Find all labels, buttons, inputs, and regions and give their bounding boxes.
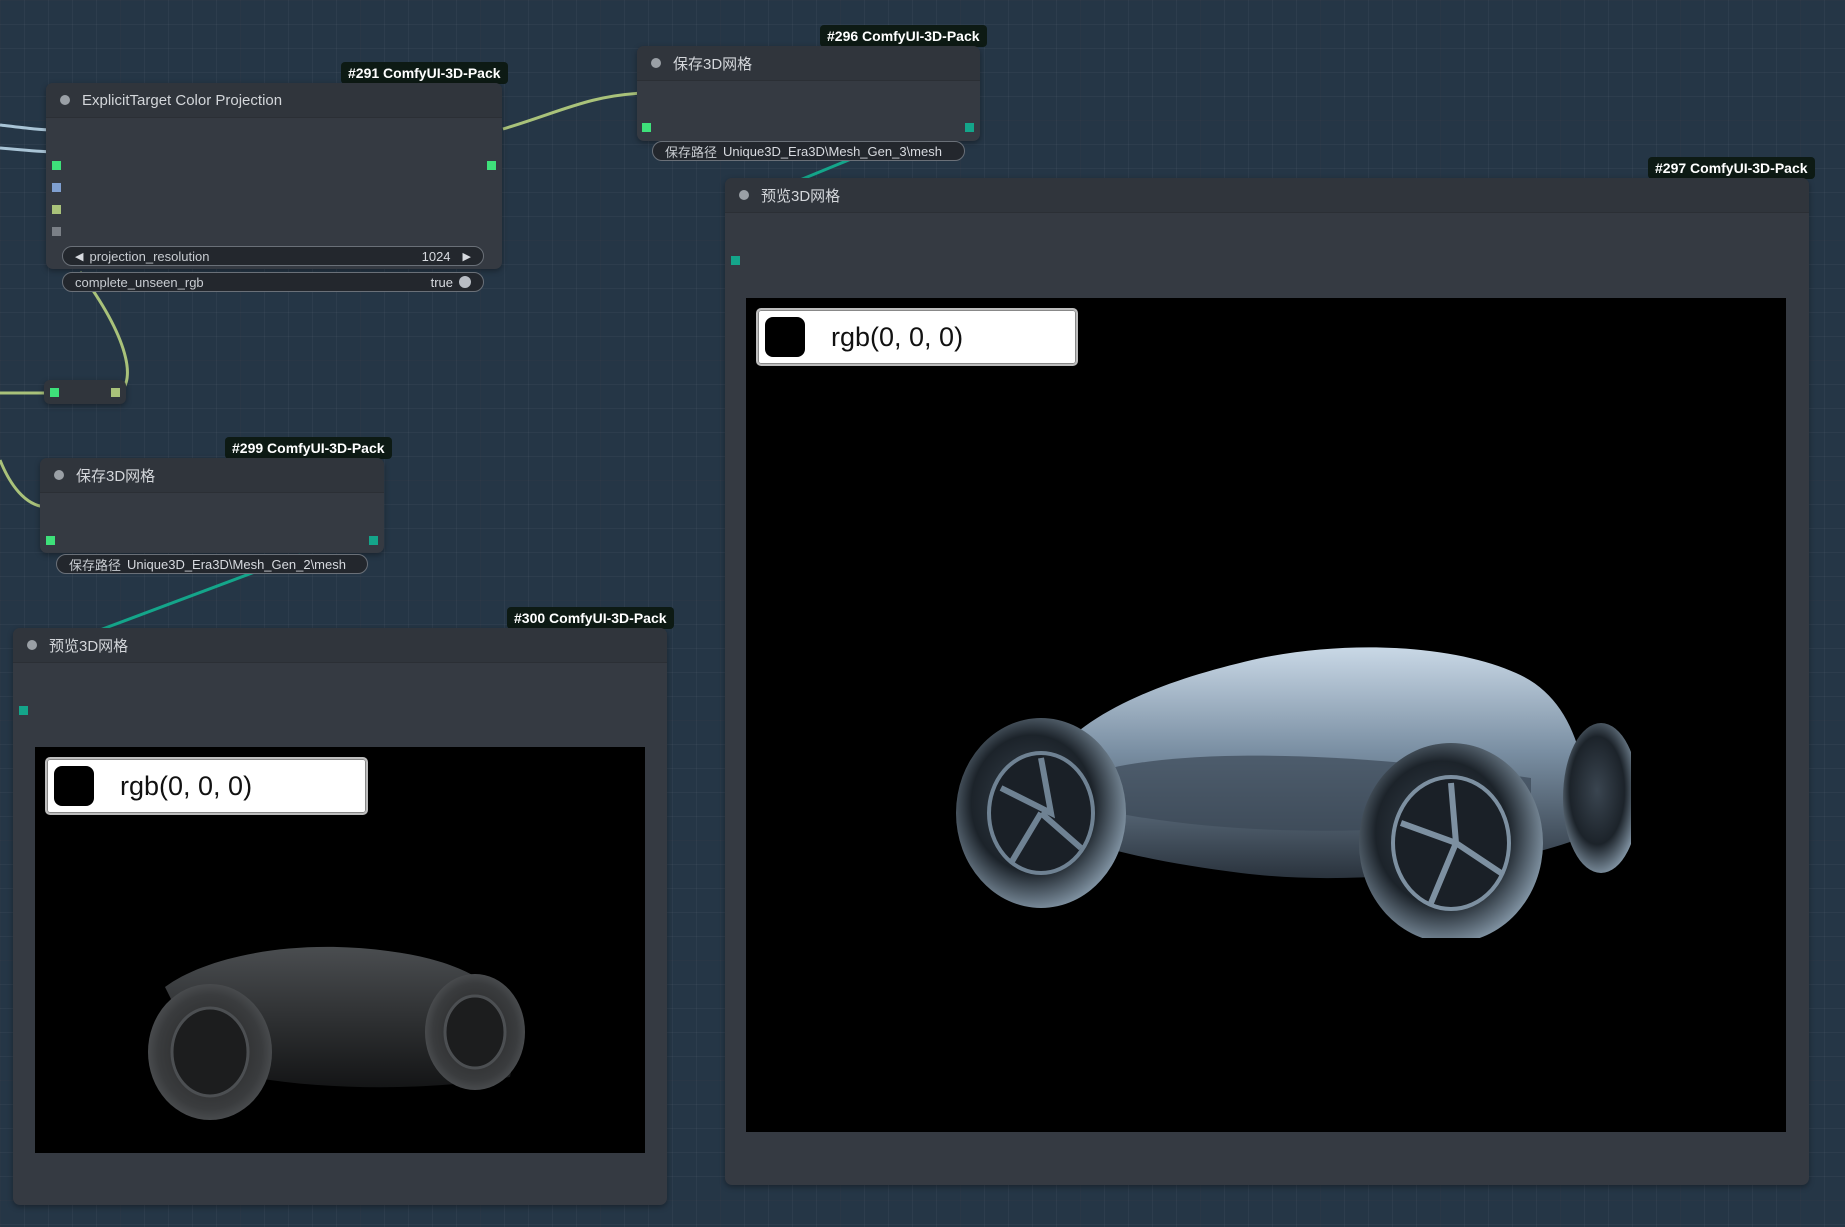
output-slot[interactable] (965, 123, 974, 132)
3d-viewer-canvas[interactable]: rgb(0, 0, 0) (35, 747, 645, 1153)
explicit-target-color-projection-node[interactable]: ExplicitTarget Color Projection ◀ projec… (46, 83, 502, 292)
input-slot[interactable] (731, 256, 740, 265)
input-slot[interactable] (52, 227, 61, 236)
color-swatch[interactable] (765, 317, 805, 357)
output-slot[interactable] (111, 388, 120, 397)
toggle-knob-icon[interactable] (459, 276, 471, 288)
output-slot[interactable] (369, 536, 378, 545)
node-title-bar[interactable]: 预览3D网格 (13, 628, 667, 663)
collapse-dot-icon[interactable] (651, 58, 661, 68)
widget-label: 保存路径 (69, 557, 122, 573)
reroute-node[interactable] (44, 380, 126, 404)
link-wire (0, 459, 46, 509)
color-swatch[interactable] (54, 766, 94, 806)
color-value-text: rgb(0, 0, 0) (120, 770, 253, 801)
node-id-badge: #291 ComfyUI-3D-Pack (341, 62, 508, 84)
input-slot[interactable] (642, 123, 651, 132)
input-slot[interactable] (52, 183, 61, 192)
projection-resolution-number-widget[interactable]: ◀ projection_resolution 1024 ▶ (62, 246, 484, 266)
widget-label: 保存路径 (665, 144, 718, 160)
save-3d-mesh-node[interactable]: 保存3D网格 保存路径 Unique3D_Era3D\Mesh_Gen_3\me… (637, 46, 980, 161)
car-mesh-render (148, 946, 525, 1120)
node-title-bar[interactable]: 保存3D网格 (637, 46, 980, 81)
widget-label: complete_unseen_rgb (75, 274, 204, 290)
node-title: 预览3D网格 (761, 187, 841, 205)
widget-value: Unique3D_Era3D\Mesh_Gen_3\mesh (723, 143, 942, 159)
node-id-badge: #296 ComfyUI-3D-Pack (820, 25, 987, 47)
input-slot[interactable] (46, 536, 55, 545)
node-title-bar[interactable]: ExplicitTarget Color Projection (46, 83, 502, 118)
node-title: 保存3D网格 (673, 55, 753, 73)
complete-unseen-rgb-toggle[interactable]: complete_unseen_rgb true (62, 272, 484, 292)
output-slot[interactable] (487, 161, 496, 170)
node-id-badge: #297 ComfyUI-3D-Pack (1648, 157, 1815, 179)
input-slot[interactable] (19, 706, 28, 715)
decrement-arrow-icon[interactable]: ◀ (75, 250, 83, 263)
3d-viewer-canvas[interactable]: rgb(0, 0, 0) (746, 298, 1786, 1132)
input-slot[interactable] (52, 161, 61, 170)
widget-value: 1024 (421, 248, 451, 264)
save-path-text-widget[interactable]: 保存路径 Unique3D_Era3D\Mesh_Gen_3\mesh (652, 141, 965, 161)
collapse-dot-icon[interactable] (27, 640, 37, 650)
save-3d-mesh-node[interactable]: 保存3D网格 保存路径 Unique3D_Era3D\Mesh_Gen_2\me… (40, 458, 384, 574)
node-title-bar[interactable]: 预览3D网格 (725, 178, 1809, 213)
input-slot[interactable] (50, 388, 59, 397)
collapse-dot-icon[interactable] (54, 470, 64, 480)
node-title-bar[interactable]: 保存3D网格 (40, 458, 384, 493)
increment-arrow-icon[interactable]: ▶ (463, 250, 471, 263)
background-color-picker[interactable]: rgb(0, 0, 0) (45, 757, 368, 815)
preview-3d-mesh-node[interactable]: 预览3D网格 rgb(0, 0, 0) (13, 628, 667, 1205)
node-title: 预览3D网格 (49, 637, 129, 655)
save-path-text-widget[interactable]: 保存路径 Unique3D_Era3D\Mesh_Gen_2\mesh (56, 554, 368, 574)
collapse-dot-icon[interactable] (739, 190, 749, 200)
widget-label: projection_resolution (89, 248, 210, 264)
node-id-badge: #299 ComfyUI-3D-Pack (225, 437, 392, 459)
collapse-dot-icon[interactable] (60, 95, 70, 105)
car-mesh-render (956, 647, 1631, 938)
node-id-badge: #300 ComfyUI-3D-Pack (507, 607, 674, 629)
node-title: 保存3D网格 (76, 467, 156, 485)
color-value-text: rgb(0, 0, 0) (831, 321, 964, 352)
widget-value: Unique3D_Era3D\Mesh_Gen_2\mesh (127, 556, 346, 572)
preview-3d-mesh-node[interactable]: 预览3D网格 rgb(0, 0, 0) (725, 178, 1809, 1185)
input-slot[interactable] (52, 205, 61, 214)
widget-value: true (430, 274, 453, 290)
link-wire (502, 91, 646, 131)
background-color-picker[interactable]: rgb(0, 0, 0) (756, 308, 1078, 366)
node-title: ExplicitTarget Color Projection (82, 91, 283, 109)
